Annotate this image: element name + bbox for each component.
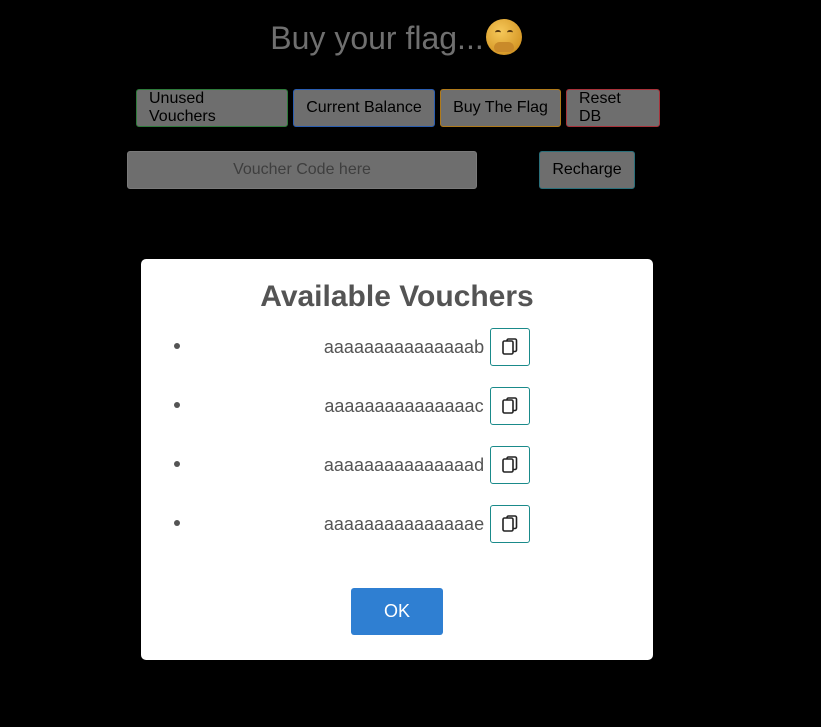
copy-button[interactable] xyxy=(489,387,530,425)
voucher-code-input[interactable] xyxy=(127,151,477,189)
page: Buy your flag... Unused Vouchers Current… xyxy=(0,0,821,727)
ok-button[interactable]: OK xyxy=(351,588,443,635)
current-balance-button[interactable]: Current Balance xyxy=(293,89,435,127)
list-item: aaaaaaaaaaaaaaac xyxy=(141,386,653,426)
action-toolbar: Unused Vouchers Current Balance Buy The … xyxy=(136,89,660,127)
list-item: aaaaaaaaaaaaaaab xyxy=(141,327,653,367)
voucher-code: aaaaaaaaaaaaaaae xyxy=(323,514,485,534)
copy-button[interactable] xyxy=(490,328,531,366)
voucher-list: aaaaaaaaaaaaaaab aaaaaaaaaaaaaaac aaaaaa… xyxy=(141,327,653,563)
copy-icon xyxy=(502,515,518,532)
copy-button[interactable] xyxy=(490,446,531,484)
list-item: aaaaaaaaaaaaaaad xyxy=(141,445,653,485)
hand-over-mouth-emoji-icon xyxy=(485,19,522,55)
available-vouchers-modal: Available Vouchers aaaaaaaaaaaaaaab aaaa… xyxy=(141,259,653,660)
reset-db-button[interactable]: Reset DB xyxy=(566,89,660,127)
page-title: Buy your flag... xyxy=(0,18,792,58)
copy-icon xyxy=(501,397,517,414)
copy-icon xyxy=(502,338,518,355)
voucher-code: aaaaaaaaaaaaaaab xyxy=(323,337,485,357)
unused-vouchers-button[interactable]: Unused Vouchers xyxy=(136,89,288,127)
copy-icon xyxy=(502,456,518,473)
list-item: aaaaaaaaaaaaaaae xyxy=(141,504,653,544)
recharge-button[interactable]: Recharge xyxy=(539,151,635,189)
voucher-code: aaaaaaaaaaaaaaac xyxy=(324,396,484,416)
buy-flag-button[interactable]: Buy The Flag xyxy=(440,89,561,127)
modal-title: Available Vouchers xyxy=(260,280,534,313)
voucher-code: aaaaaaaaaaaaaaad xyxy=(323,455,485,475)
page-title-text: Buy your flag... xyxy=(270,20,484,56)
copy-button[interactable] xyxy=(490,505,531,543)
